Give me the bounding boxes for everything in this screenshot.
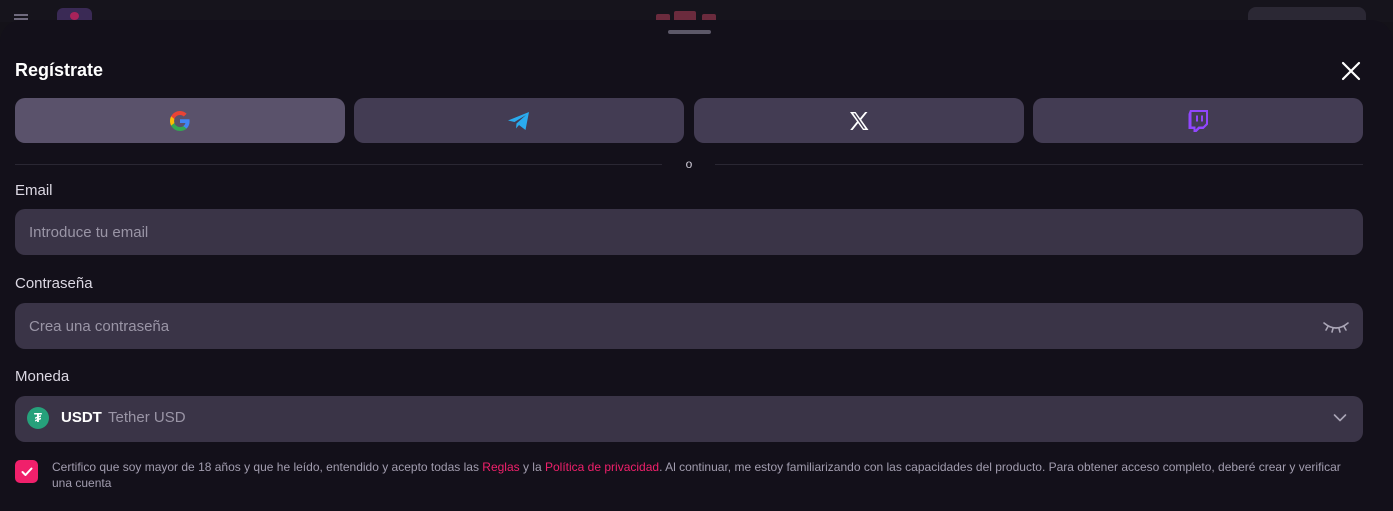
terms-text-middle: y la [519,460,545,474]
currency-select[interactable]: ₮ USDT Tether USD [15,396,1363,442]
close-button[interactable] [1340,60,1362,82]
email-input[interactable] [15,209,1363,255]
password-label: Contraseña [15,275,93,292]
divider-line-left [15,164,662,165]
checkmark-icon [21,467,32,476]
show-password-toggle[interactable] [1322,319,1350,335]
eye-closed-icon [1323,322,1349,333]
divider-line-right [715,164,1363,165]
email-label: Email [15,182,53,199]
password-input[interactable] [15,303,1363,349]
currency-code: USDT [61,409,102,426]
telegram-signin-button[interactable] [354,98,684,143]
email-field [15,209,1363,255]
currency-label: Moneda [15,368,70,385]
terms-text: Certifico que soy mayor de 18 años y que… [52,459,1362,491]
register-sheet: Regístrate o Email Introduce tu email Co… [0,20,1393,511]
telegram-icon [508,111,529,130]
password-field [15,303,1363,349]
currency-name: Tether USD [108,409,186,426]
app-top-bar [0,0,1393,22]
terms-text-before: Certifico que soy mayor de 18 años y que… [52,460,483,474]
page-title: Regístrate [15,60,104,80]
chevron-down-icon [1333,414,1347,422]
x-signin-button[interactable] [694,98,1024,143]
twitch-signin-button[interactable] [1033,98,1363,143]
close-icon [1341,61,1361,81]
x-icon [850,111,869,130]
drag-handle[interactable] [668,30,711,34]
rules-link[interactable]: Reglas [482,460,519,474]
terms-checkbox[interactable] [15,460,38,483]
tether-icon: ₮ [27,407,49,429]
google-signin-button[interactable] [15,98,345,143]
divider-label: o [685,157,693,171]
google-icon [170,110,190,131]
twitch-icon [1188,109,1208,132]
privacy-policy-link[interactable]: Política de privacidad [545,460,659,474]
